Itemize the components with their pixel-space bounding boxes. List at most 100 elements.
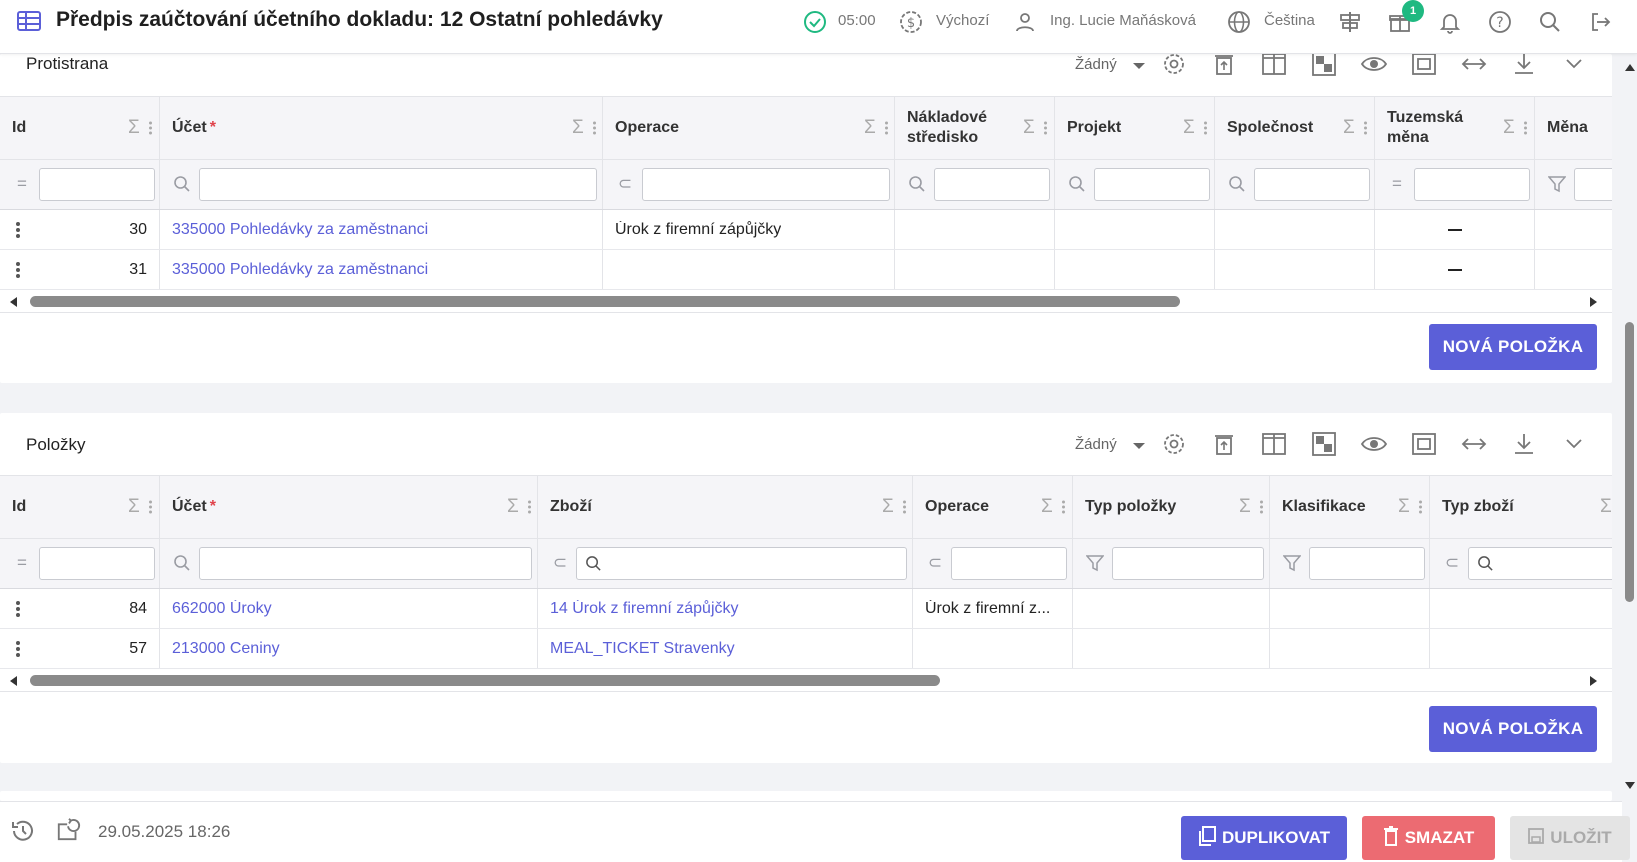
column-header[interactable]: Operace Σ — [913, 476, 1073, 538]
search-icon[interactable] — [1227, 174, 1247, 194]
search-icon[interactable] — [1537, 9, 1563, 35]
equals-icon[interactable]: = — [1387, 174, 1407, 194]
scroll-right-icon[interactable] — [1590, 297, 1597, 307]
filter-input[interactable] — [951, 547, 1067, 580]
subset-icon[interactable]: ⊂ — [550, 553, 570, 573]
fit-icon[interactable] — [1410, 430, 1438, 458]
sigma-icon[interactable]: Σ — [1239, 496, 1251, 518]
filter-input[interactable] — [39, 547, 155, 580]
scrollbar-thumb[interactable] — [1625, 322, 1634, 602]
filter-input[interactable] — [1414, 168, 1530, 201]
table-row[interactable]: 57 213000 Ceniny MEAL_TICKET Stravenky — [0, 629, 1612, 669]
sigma-icon[interactable]: Σ — [1398, 496, 1410, 518]
equals-icon[interactable]: = — [12, 553, 32, 573]
history-icon[interactable] — [10, 818, 36, 844]
search-icon[interactable] — [172, 553, 192, 573]
filter-input[interactable] — [934, 168, 1050, 201]
filter-input[interactable] — [1574, 168, 1612, 201]
column-header[interactable]: Účet * Σ — [160, 97, 603, 159]
scroll-down-icon[interactable] — [1625, 782, 1635, 789]
grid-icon[interactable] — [1310, 54, 1338, 78]
column-menu-icon[interactable] — [149, 120, 152, 137]
subset-icon[interactable]: ⊂ — [1442, 553, 1462, 573]
sigma-icon[interactable]: Σ — [128, 117, 140, 139]
dollar-icon[interactable]: $ — [898, 9, 924, 35]
sigma-icon[interactable]: Σ — [882, 496, 894, 518]
column-header[interactable]: Nákladové středisko Σ — [895, 97, 1055, 159]
filter-input[interactable] — [642, 168, 890, 201]
column-menu-icon[interactable] — [1419, 499, 1422, 516]
sigma-icon[interactable]: Σ — [1023, 117, 1035, 139]
ucet-link[interactable]: 213000 Ceniny — [172, 640, 280, 658]
view-select-caret[interactable] — [1133, 63, 1145, 69]
logout-icon[interactable] — [1587, 9, 1613, 35]
swap-icon[interactable] — [1460, 54, 1488, 78]
bell-icon[interactable] — [1437, 9, 1463, 35]
column-header[interactable]: Společnost Σ — [1215, 97, 1375, 159]
duplicate-button[interactable]: DUPLIKOVAT — [1181, 816, 1347, 860]
download-icon[interactable] — [1510, 54, 1538, 78]
fit-icon[interactable] — [1410, 54, 1438, 78]
table-icon[interactable] — [16, 8, 42, 34]
ucet-link[interactable]: 335000 Pohledávky za zaměstnanci — [172, 261, 428, 279]
scroll-right-icon[interactable] — [1590, 676, 1597, 686]
language-selector[interactable]: Čeština — [1264, 12, 1315, 29]
filter-icon[interactable] — [1282, 553, 1302, 573]
signpost-icon[interactable] — [1337, 9, 1363, 35]
chevron-down-icon[interactable] — [1560, 430, 1588, 458]
column-header[interactable]: Účet * Σ — [160, 476, 538, 538]
sigma-icon[interactable]: Σ — [128, 496, 140, 518]
filter-input[interactable] — [1094, 168, 1210, 201]
scroll-left-icon[interactable] — [10, 297, 17, 307]
column-header[interactable]: Operace Σ — [603, 97, 895, 159]
equals-icon[interactable]: = — [12, 174, 32, 194]
search-icon[interactable] — [1067, 174, 1087, 194]
column-menu-icon[interactable] — [1524, 120, 1527, 137]
row-menu-icon[interactable] — [16, 220, 20, 240]
gear-icon[interactable] — [1160, 430, 1188, 458]
column-menu-icon[interactable] — [149, 499, 152, 516]
filter-input[interactable] — [1254, 168, 1370, 201]
sigma-icon[interactable]: Σ — [864, 117, 876, 139]
column-header[interactable]: Tuzemská měna Σ — [1375, 97, 1535, 159]
sigma-icon[interactable]: Σ — [1600, 496, 1612, 518]
zbozi-link[interactable]: MEAL_TICKET Stravenky — [550, 640, 735, 658]
horizontal-scrollbar[interactable] — [0, 292, 1612, 312]
column-menu-icon[interactable] — [885, 120, 888, 137]
vertical-scrollbar[interactable] — [1622, 54, 1637, 862]
save-button[interactable]: ULOŽIT — [1510, 816, 1630, 860]
filter-input[interactable] — [199, 168, 597, 201]
table-row[interactable]: 31 335000 Pohledávky za zaměstnanci — [0, 250, 1612, 290]
columns-icon[interactable] — [1260, 430, 1288, 458]
sigma-icon[interactable]: Σ — [1041, 496, 1053, 518]
scroll-up-icon[interactable] — [1625, 64, 1635, 71]
column-menu-icon[interactable] — [528, 499, 531, 516]
grid-icon[interactable] — [1310, 430, 1338, 458]
sigma-icon[interactable]: Σ — [1183, 117, 1195, 139]
filter-input[interactable] — [1468, 547, 1612, 580]
scroll-left-icon[interactable] — [10, 676, 17, 686]
share-icon[interactable] — [56, 816, 82, 842]
column-header[interactable]: Id Σ — [0, 97, 160, 159]
view-select-caret[interactable] — [1133, 443, 1145, 449]
column-header[interactable]: Typ položky Σ — [1073, 476, 1270, 538]
row-menu-icon[interactable] — [16, 599, 20, 619]
column-header[interactable]: Id Σ — [0, 476, 160, 538]
table-row[interactable]: 30 335000 Pohledávky za zaměstnanci Úrok… — [0, 210, 1612, 250]
delete-button[interactable]: SMAZAT — [1362, 816, 1495, 860]
swap-icon[interactable] — [1460, 430, 1488, 458]
column-menu-icon[interactable] — [1204, 120, 1207, 137]
view-select[interactable]: Žádný — [1075, 436, 1117, 453]
ucet-link[interactable]: 662000 Úroky — [172, 600, 272, 618]
scrollbar-thumb[interactable] — [30, 675, 940, 686]
zbozi-link[interactable]: 14 Úrok z firemní zápůjčky — [550, 600, 739, 618]
new-item-button[interactable]: NOVÁ POLOŽKA — [1429, 324, 1597, 370]
gear-icon[interactable] — [1160, 54, 1188, 78]
sigma-icon[interactable]: Σ — [507, 496, 519, 518]
column-header[interactable]: Klasifikace Σ — [1270, 476, 1430, 538]
column-menu-icon[interactable] — [903, 499, 906, 516]
column-menu-icon[interactable] — [1364, 120, 1367, 137]
help-icon[interactable]: ? — [1487, 9, 1513, 35]
horizontal-scrollbar[interactable] — [0, 671, 1612, 691]
search-icon[interactable] — [172, 174, 192, 194]
